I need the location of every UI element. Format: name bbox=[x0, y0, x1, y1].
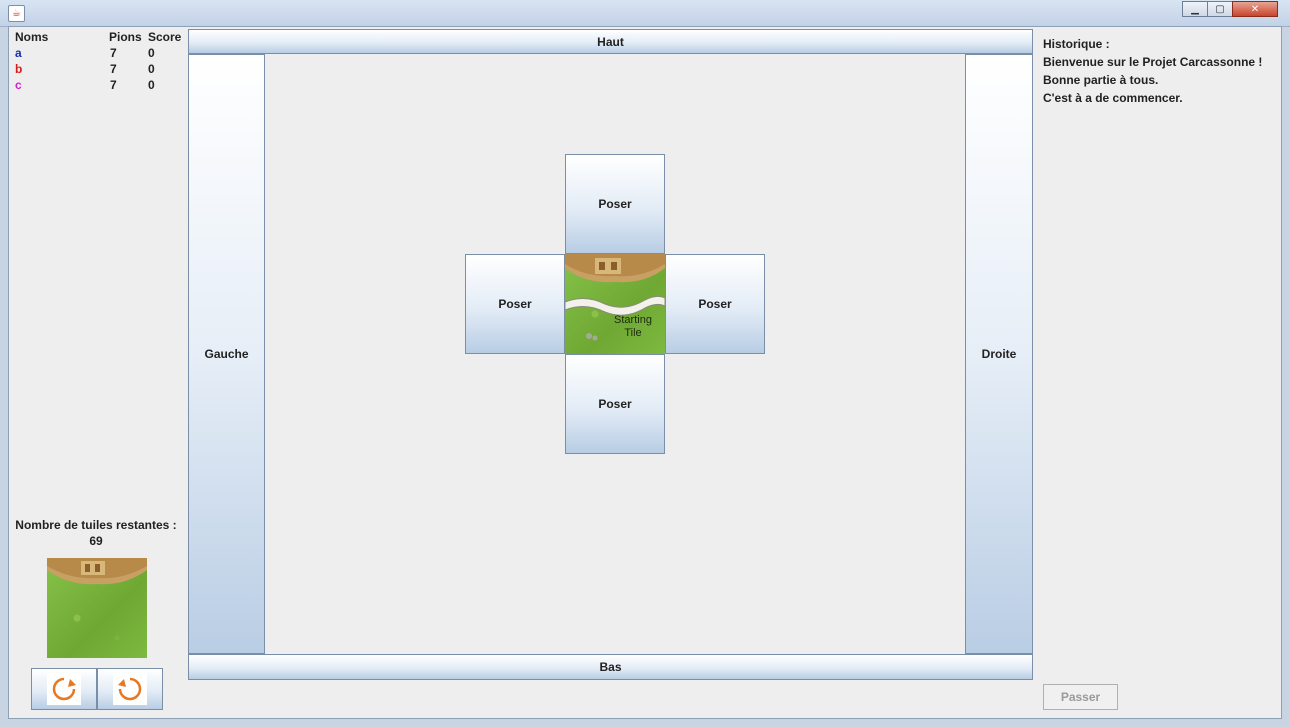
player-pions: 7 bbox=[110, 46, 117, 60]
rotate-clockwise-button[interactable] bbox=[31, 668, 97, 710]
player-pions: 7 bbox=[110, 78, 117, 92]
close-icon[interactable]: ✕ bbox=[1232, 1, 1278, 17]
scroll-up-button[interactable]: Haut bbox=[188, 29, 1033, 54]
history-line: C'est à a de commencer. bbox=[1043, 91, 1183, 105]
history-line: Bienvenue sur le Projet Carcassonne ! bbox=[1043, 55, 1263, 69]
current-tile-preview bbox=[47, 558, 147, 658]
window-titlebar: ☕ ▁ ▢ ✕ bbox=[0, 0, 1290, 27]
starting-tile: Starting Tile bbox=[565, 254, 665, 354]
scroll-down-button[interactable]: Bas bbox=[188, 654, 1033, 680]
player-score: 0 bbox=[148, 46, 155, 60]
place-tile-bottom-button[interactable]: Poser bbox=[565, 354, 665, 454]
rotate-counterclockwise-icon bbox=[113, 673, 147, 705]
maximize-icon[interactable]: ▢ bbox=[1207, 1, 1233, 17]
window-controls: ▁ ▢ ✕ bbox=[1182, 1, 1278, 19]
java-app-icon: ☕ bbox=[8, 5, 25, 22]
header-pions: Pions bbox=[109, 30, 142, 44]
player-name: c bbox=[15, 78, 22, 92]
history-panel: Historique : Bienvenue sur le Projet Car… bbox=[1043, 35, 1262, 107]
rotate-counterclockwise-button[interactable] bbox=[97, 668, 163, 710]
history-title: Historique : bbox=[1043, 37, 1110, 51]
place-tile-top-button[interactable]: Poser bbox=[565, 154, 665, 254]
minimize-icon[interactable]: ▁ bbox=[1182, 1, 1208, 17]
place-tile-left-button[interactable]: Poser bbox=[465, 254, 565, 354]
starting-tile-label: Starting Tile bbox=[605, 314, 661, 340]
scroll-right-button[interactable]: Droite bbox=[965, 54, 1033, 654]
pass-button[interactable]: Passer bbox=[1043, 684, 1118, 710]
history-line: Bonne partie à tous. bbox=[1043, 73, 1159, 87]
player-name: a bbox=[15, 46, 22, 60]
tiles-remaining-label: Nombre de tuiles restantes : bbox=[15, 518, 177, 532]
starting-tile-label-line1: Starting bbox=[614, 314, 652, 326]
tiles-remaining: Nombre de tuiles restantes : 69 bbox=[8, 517, 184, 549]
tiles-remaining-count: 69 bbox=[89, 534, 103, 548]
rotate-clockwise-icon bbox=[47, 673, 81, 705]
scroll-left-button[interactable]: Gauche bbox=[188, 54, 265, 654]
place-tile-right-button[interactable]: Poser bbox=[665, 254, 765, 354]
header-score: Score bbox=[148, 30, 182, 44]
current-tile-art bbox=[47, 558, 147, 585]
header-names: Noms bbox=[15, 30, 49, 44]
player-name: b bbox=[15, 62, 23, 76]
player-score: 0 bbox=[148, 62, 155, 76]
player-score: 0 bbox=[148, 78, 155, 92]
starting-tile-label-line2: Tile bbox=[624, 327, 642, 339]
player-pions: 7 bbox=[110, 62, 117, 76]
